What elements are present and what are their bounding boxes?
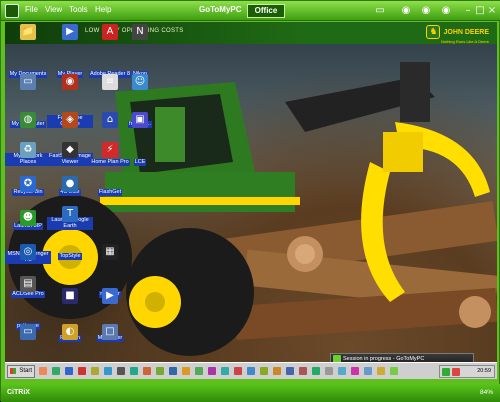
taskbar: Start 20:59 [5, 362, 497, 379]
quick-launch-icon[interactable] [338, 367, 346, 375]
quick-launch-icon[interactable] [169, 367, 177, 375]
home-plan-pro-icon: ⌂ [102, 112, 118, 128]
desktop-icon-my-documents[interactable]: 📁My Documents [5, 24, 51, 79]
quick-launch-icon[interactable] [390, 367, 398, 375]
quick-launch-icon[interactable] [377, 367, 385, 375]
app-logo-icon[interactable] [5, 4, 19, 18]
remote-desktop-icon: ▭ [20, 324, 36, 340]
faststone-capture-icon: ◉ [62, 74, 78, 90]
tray-antivirus-icon[interactable] [452, 368, 460, 376]
lce-icon: ▣ [132, 112, 148, 128]
window-mode-icon[interactable]: ▭ [373, 4, 387, 18]
quick-launch-icon[interactable] [364, 367, 372, 375]
taskbar-clock: 20:59 [477, 368, 491, 374]
sound-icon[interactable]: ◉ [399, 4, 413, 18]
desktop-icon-nikon[interactable]: NNikon [117, 24, 163, 79]
txt-file-icon: ≡ [102, 74, 118, 90]
my-player-icon: ▶ [62, 24, 78, 40]
zoom-level: 84% [479, 389, 493, 396]
quick-launch-icon[interactable] [182, 367, 190, 375]
my-network-places-icon: ◍ [20, 112, 36, 128]
close-icon[interactable]: × [485, 4, 499, 18]
desktop-icon-remote-desktop[interactable]: ▭Remote Desktop [5, 324, 51, 362]
launch-3ip-icon: ✪ [20, 176, 36, 192]
menu-help[interactable]: Help [95, 5, 111, 14]
remote-desktop[interactable]: LOW DAILY OPERATING COSTS ♞ JOHN DEERE N… [5, 22, 497, 362]
quick-launch-icon[interactable] [130, 367, 138, 375]
title-bar: File View Tools Help GoToMyPC Office ▭ ◉… [1, 1, 500, 21]
quick-launch-icon[interactable] [312, 367, 320, 375]
session-title: Session in progress - GoToMyPC [343, 356, 425, 362]
quick-launch-icon[interactable] [247, 367, 255, 375]
unknown-shortcut-icon: □ [102, 324, 118, 340]
quick-launch-icon[interactable] [104, 367, 112, 375]
settings-icon[interactable]: ◉ [439, 4, 453, 18]
symantec-pcanywhere-icon: ◐ [62, 324, 78, 340]
session-notification[interactable]: Session in progress - GoToMyPC [330, 353, 474, 362]
quick-launch-icon[interactable] [286, 367, 294, 375]
elite-icon: ◆ [62, 142, 78, 158]
deere-brand-label: JOHN DEERE [443, 28, 489, 36]
quick-launch-icon[interactable] [65, 367, 73, 375]
desktop-icon-label: FlashGet [97, 189, 123, 196]
quick-launch-icon[interactable] [221, 367, 229, 375]
my-player-2-icon: ▶ [102, 288, 118, 304]
quick-launch-icon[interactable] [143, 367, 151, 375]
start-button[interactable]: Start [7, 365, 35, 378]
quick-launch-icon[interactable] [195, 367, 203, 375]
quick-launch-icon[interactable] [260, 367, 268, 375]
quick-launch-icon[interactable] [91, 367, 99, 375]
quick-launch-icon[interactable] [234, 367, 242, 375]
launch-google-earth-icon: ● [62, 176, 78, 192]
putty-icon: ▤ [20, 276, 36, 292]
desktop-icon-unknown-shortcut[interactable]: □... [87, 324, 133, 362]
nikon-icon: N [132, 24, 148, 40]
quick-launch-icon[interactable] [52, 367, 60, 375]
status-bar: CiTRiX 84% [1, 384, 500, 402]
desktop-icon-label: TopStyle [58, 253, 82, 260]
windows-flag-icon [10, 368, 16, 374]
my-computer-icon: ▭ [20, 74, 36, 90]
brand-label: GoToMyPC [199, 5, 242, 14]
quick-launch-icon[interactable] [156, 367, 164, 375]
quick-launch-icon[interactable] [117, 367, 125, 375]
mplayer-icon: ▦ [102, 244, 118, 260]
msn-messenger-icon: ☻ [20, 210, 36, 226]
quick-launch-icon[interactable] [78, 367, 86, 375]
desktop-icon-flashget[interactable]: ⚡ FlashGet [87, 142, 133, 197]
fazsan-icon: ■ [62, 288, 78, 304]
quick-launch-icon[interactable] [351, 367, 359, 375]
acdsee-pro-icon: ◎ [20, 244, 36, 260]
adobe-reader-icon: A [102, 24, 118, 40]
menu-view[interactable]: View [45, 5, 62, 14]
tray-network-icon[interactable] [442, 368, 450, 376]
friendly-icon: ☺ [132, 74, 148, 90]
gotomypc-icon [333, 355, 341, 362]
quick-launch-icon[interactable] [325, 367, 333, 375]
start-label: Start [19, 368, 32, 374]
quick-launch-icon[interactable] [39, 367, 47, 375]
my-documents-icon: 📁 [20, 24, 36, 40]
menu-file[interactable]: File [25, 5, 38, 14]
flashget-icon: ⚡ [102, 142, 118, 158]
desktop-icon-label: LCE [133, 159, 147, 166]
topstyle-icon: T [62, 206, 78, 222]
session-title-bar: Session in progress - GoToMyPC [331, 354, 473, 362]
citrix-logo: CiTRiX [7, 389, 30, 396]
recycle-bin-icon: ♻ [20, 142, 36, 158]
ctrl-alt-del-icon[interactable]: ◉ [419, 4, 433, 18]
system-tray: 20:59 [439, 365, 495, 378]
desktop-icon-putty[interactable]: ▤putty.exe [5, 276, 51, 331]
gotomypc-window: File View Tools Help GoToMyPC Office ▭ ◉… [0, 0, 500, 402]
deer-icon: ♞ [426, 25, 441, 39]
quick-launch-icon[interactable] [208, 367, 216, 375]
quick-launch-icon[interactable] [273, 367, 281, 375]
faststone-image-viewer-icon: ◈ [62, 112, 78, 128]
deere-logo: ♞ JOHN DEERE Nothing Runs Like A Deere [426, 25, 489, 44]
deere-tagline: Nothing Runs Like A Deere [440, 39, 489, 44]
quick-launch-icon[interactable] [299, 367, 307, 375]
menu-tools[interactable]: Tools [69, 5, 88, 14]
computer-name-badge[interactable]: Office [247, 4, 285, 18]
